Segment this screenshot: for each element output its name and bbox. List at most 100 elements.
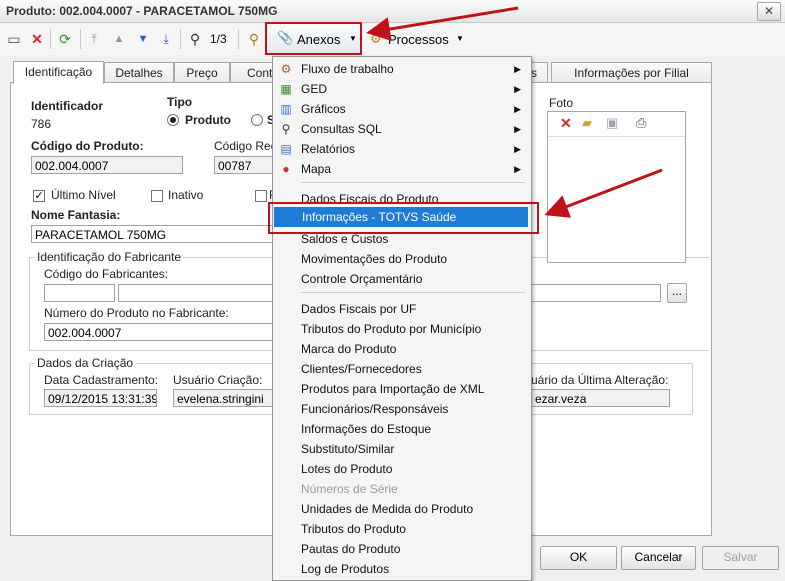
ged-icon: ▦ xyxy=(280,82,292,96)
menu-item-graficos[interactable]: ▥ Gráficos ▶ xyxy=(273,99,529,119)
menu-item-unidades-de-medida[interactable]: Unidades de Medida do Produto xyxy=(273,499,529,519)
tab-preco[interactable]: Preço xyxy=(174,62,230,83)
tipo-produto-radio[interactable] xyxy=(167,114,179,126)
open-folder-icon[interactable]: ▰ xyxy=(582,115,592,131)
menu-item-consultas-sql[interactable]: ⚲ Consultas SQL ▶ xyxy=(273,119,529,139)
numero-produto-fabricante-label: Número do Produto no Fabricante: xyxy=(44,306,229,320)
inativo-checkbox[interactable] xyxy=(151,190,163,202)
identificador-label: Identificador xyxy=(31,99,104,113)
anexos-button[interactable]: 📎 Anexos ▼ xyxy=(265,22,362,55)
toolbar-separator xyxy=(238,29,239,49)
codigo-reduzido-field[interactable]: 00787 xyxy=(214,156,274,174)
menu-item-tributos-do-produto[interactable]: Tributos do Produto xyxy=(273,519,529,539)
highlight-box xyxy=(268,202,539,234)
salvar-button[interactable]: Salvar xyxy=(702,546,779,570)
codigo-produto-field[interactable]: 002.004.0007 xyxy=(31,156,183,174)
submenu-arrow-icon: ▶ xyxy=(514,84,521,94)
menu-item-ged[interactable]: ▦ GED ▶ xyxy=(273,79,529,99)
menu-item-marca-do-produto[interactable]: Marca do Produto xyxy=(273,339,529,359)
menu-item-relatorios[interactable]: ▤ Relatórios ▶ xyxy=(273,139,529,159)
foto-label: Foto xyxy=(549,96,574,110)
fabricante-extra-field[interactable] xyxy=(531,284,661,302)
previous-record-icon[interactable]: ▲ xyxy=(110,30,128,48)
search-zoom-icon[interactable]: ⚲ xyxy=(245,30,263,48)
submenu-arrow-icon: ▶ xyxy=(514,104,521,114)
menu-item-movimentacoes-do-produto[interactable]: Movimentações do Produto xyxy=(273,249,529,269)
identificador-value: 786 xyxy=(31,117,52,131)
menu-item-tributos-por-municipio[interactable]: Tributos do Produto por Município xyxy=(273,319,529,339)
submenu-arrow-icon: ▶ xyxy=(514,64,521,74)
menu-separator xyxy=(301,182,525,183)
menu-item-numeros-de-serie: Números de Série xyxy=(301,482,398,496)
binoculars-icon[interactable]: ⚲ xyxy=(186,30,204,48)
gear-icon: ⚙ xyxy=(370,31,382,46)
menu-item-pautas-do-produto[interactable]: Pautas do Produto xyxy=(273,539,529,559)
scanner-icon[interactable]: ⎙ xyxy=(636,115,646,131)
tab-identificacao[interactable]: Identificação xyxy=(13,61,104,84)
tipo-label: Tipo xyxy=(167,95,193,109)
toolbar-separator xyxy=(80,29,81,49)
foto-toolbar: ✕ ▰ ▣ ⎙ xyxy=(548,112,685,137)
next-record-icon[interactable]: ▼ xyxy=(134,30,152,48)
usuario-ultima-alteracao-field[interactable]: ezar.veza xyxy=(531,389,670,407)
record-counter: 1/3 xyxy=(210,32,227,46)
fabricante-group-label: Identificação do Fabricante xyxy=(35,250,184,264)
usuario-criacao-label: Usuário Criação: xyxy=(173,373,263,387)
delete-icon[interactable]: ✕ xyxy=(28,30,46,48)
remove-photo-icon[interactable]: ✕ xyxy=(560,115,572,132)
menu-item-lotes-do-produto[interactable]: Lotes do Produto xyxy=(273,459,529,479)
toolbar: ▭ ✕ ⟳ ⤒ ▲ ▼ ⤓ ⚲ 1/3 ⚲ ⚙ Processos ▼ xyxy=(0,23,785,55)
first-record-icon[interactable]: ⤒ xyxy=(85,30,103,48)
save-photo-icon[interactable]: ▣ xyxy=(606,115,618,131)
close-button[interactable]: ✕ xyxy=(757,2,781,21)
tab-detalhes[interactable]: Detalhes xyxy=(104,62,174,83)
submenu-arrow-icon: ▶ xyxy=(514,124,521,134)
submenu-arrow-icon: ▶ xyxy=(514,164,521,174)
nome-fantasia-field[interactable]: PARACETAMOL 750MG xyxy=(31,225,276,243)
codigo-reduzido-label: Código Red xyxy=(214,139,278,153)
chart-icon: ▥ xyxy=(280,102,292,116)
menu-item-funcionarios-responsaveis[interactable]: Funcionários/Responsáveis xyxy=(273,399,529,419)
data-cadastramento-label: Data Cadastramento: xyxy=(44,373,159,387)
menu-item-substituto-similar[interactable]: Substituto/Similar xyxy=(273,439,529,459)
menu-item-informacoes-do-estoque[interactable]: Informações do Estoque xyxy=(273,419,529,439)
menu-item-fluxo-de-trabalho[interactable]: ⚙ Fluxo de trabalho ▶ xyxy=(273,59,529,79)
usuario-criacao-field[interactable]: evelena.stringini xyxy=(173,389,275,407)
ultimo-nivel-checkbox[interactable]: ✓ xyxy=(33,190,45,202)
workflow-icon: ⚙ xyxy=(280,62,292,76)
nome-fantasia-label: Nome Fantasia: xyxy=(31,208,121,222)
menu-item-log-de-produtos[interactable]: Log de Produtos xyxy=(273,559,529,579)
window-title: Produto: 002.004.0007 - PARACETAMOL 750M… xyxy=(6,4,278,18)
nome-fabricante-field[interactable] xyxy=(118,284,275,302)
tipo-servico-radio[interactable] xyxy=(251,114,263,126)
tab-informacoes-por-filial[interactable]: Informações por Filial xyxy=(551,62,712,83)
menu-item-produtos-importacao-xml[interactable]: Produtos para Importação de XML xyxy=(273,379,529,399)
anexos-dropdown-menu: ⚙ Fluxo de trabalho ▶ ▦ GED ▶ ▥ Gráficos ▶ ⚲ Co… xyxy=(272,56,532,581)
data-cadastramento-field[interactable]: 09/12/2015 13:31:39 xyxy=(44,389,157,407)
fabricante-lookup-button[interactable]: ... xyxy=(667,283,687,303)
processos-chevron-down-icon[interactable]: ▼ xyxy=(456,34,464,43)
numero-produto-fabricante-field[interactable]: 002.004.0007 xyxy=(44,323,275,341)
ok-button[interactable]: OK xyxy=(540,546,617,570)
codigo-fabricante-field[interactable] xyxy=(44,284,115,302)
menu-item-controle-orcamentario[interactable]: Controle Orçamentário xyxy=(273,269,529,289)
codigo-produto-label: Código do Produto: xyxy=(31,139,144,153)
cancelar-button[interactable]: Cancelar xyxy=(621,546,696,570)
menu-item-dados-fiscais-por-uf[interactable]: Dados Fiscais por UF xyxy=(273,299,529,319)
inativo-label: Inativo xyxy=(168,188,204,202)
criacao-group-label: Dados da Criação xyxy=(35,356,136,370)
processos-button[interactable]: Processos xyxy=(388,32,449,47)
menu-item-mapa[interactable]: ● Mapa ▶ xyxy=(273,159,529,179)
menu-item-clientes-fornecedores[interactable]: Clientes/Fornecedores xyxy=(273,359,529,379)
ultimo-nivel-label: Último Nível xyxy=(51,188,116,202)
anexos-chevron-down-icon[interactable]: ▼ xyxy=(349,34,357,43)
refresh-icon[interactable]: ⟳ xyxy=(56,30,74,48)
codigo-fabricantes-label: Código do Fabricantes: xyxy=(44,267,169,281)
last-record-icon[interactable]: ⤓ xyxy=(157,30,175,48)
third-checkbox[interactable] xyxy=(255,190,267,202)
toolbar-separator xyxy=(180,29,181,49)
paperclip-icon: 📎 xyxy=(277,30,294,45)
new-document-icon[interactable]: ▭ xyxy=(5,30,23,48)
usuario-ultima-alteracao-label: uário da Última Alteração: xyxy=(531,373,669,387)
toolbar-separator xyxy=(50,29,51,49)
